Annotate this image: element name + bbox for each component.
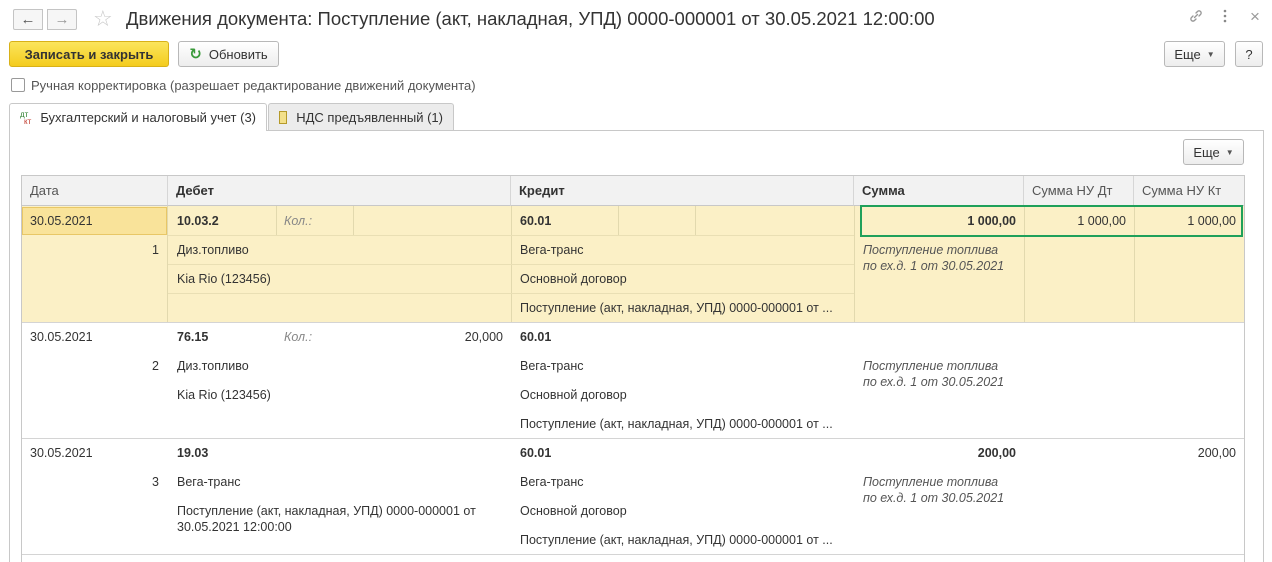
arrow-right-icon: →: [54, 11, 70, 28]
column-header-sum[interactable]: Сумма: [854, 176, 1024, 206]
save-and-close-label: Записать и закрыть: [24, 46, 154, 62]
tab-vat-label: НДС предъявленный (1): [296, 109, 443, 125]
debit-subconto-2: Kia Rio (123456): [177, 272, 271, 286]
debit-account: 10.03.2: [177, 214, 219, 228]
credit-subconto-2: Основной договор: [520, 272, 627, 286]
title-bar: ← → ☆ Движения документа: Поступление (а…: [0, 0, 1272, 38]
column-header-sum-nu-dt[interactable]: Сумма НУ Дт: [1024, 176, 1134, 206]
debit-subconto-2: Поступление (акт, накладная, УПД) 0000-0…: [177, 504, 476, 518]
tab-accounting[interactable]: дт кт Бухгалтерский и налоговый учет (3): [9, 103, 267, 131]
column-header-debit[interactable]: Дебет: [168, 176, 511, 206]
refresh-button[interactable]: ↻ Обновить: [178, 41, 279, 67]
favorite-star-icon[interactable]: ☆: [93, 6, 113, 32]
debit-subconto-1: Диз.топливо: [177, 359, 249, 373]
debit-subconto-1: Диз.топливо: [177, 243, 249, 257]
column-header-credit[interactable]: Кредит: [511, 176, 854, 206]
manual-correction-checkbox[interactable]: [11, 78, 25, 92]
tab-accounting-label: Бухгалтерский и налоговый учет (3): [40, 110, 256, 125]
row-number: 2: [152, 359, 159, 373]
content-line-2: по ех.д. 1 от 30.05.2021: [863, 259, 1005, 273]
credit-subconto-3: Поступление (акт, накладная, УПД) 0000-0…: [520, 533, 833, 547]
credit-subconto-3: Поступление (акт, накладная, УПД) 0000-0…: [520, 301, 833, 315]
more-button[interactable]: Еще ▼: [1164, 41, 1225, 67]
arrow-left-icon: ←: [20, 11, 36, 28]
save-and-close-button[interactable]: Записать и закрыть: [9, 41, 169, 67]
tab-vat[interactable]: НДС предъявленный (1): [268, 103, 454, 130]
content-line-1: Поступление топлива: [863, 243, 999, 257]
debit-subconto-3: 30.05.2021 12:00:00: [177, 520, 292, 534]
row-date: 30.05.2021: [30, 330, 93, 344]
credit-subconto-2: Основной договор: [520, 388, 627, 402]
more-vertical-icon[interactable]: [1222, 8, 1228, 28]
content-line-2: по ех.д. 1 от 30.05.2021: [863, 375, 1005, 389]
manual-correction-label[interactable]: Ручная корректировка (разрешает редактир…: [31, 78, 476, 93]
credit-subconto-1: Вега-транс: [520, 243, 584, 257]
row-number: 3: [152, 475, 159, 489]
help-label: ?: [1245, 46, 1253, 62]
content-line-2: по ех.д. 1 от 30.05.2021: [863, 491, 1005, 505]
credit-subconto-3: Поступление (акт, накладная, УПД) 0000-0…: [520, 417, 833, 431]
link-icon[interactable]: [1188, 8, 1204, 28]
credit-account: 60.01: [520, 214, 552, 228]
sum-highlight-box: [860, 205, 1243, 237]
debit-subconto-2: Kia Rio (123456): [177, 388, 271, 402]
qty-label: Кол.:: [284, 214, 313, 228]
credit-account: 60.01: [520, 446, 552, 460]
sum-value: 200,00: [977, 446, 1016, 460]
more-label: Еще: [1174, 46, 1201, 62]
refresh-label: Обновить: [208, 46, 268, 62]
credit-account: 60.01: [520, 330, 552, 344]
sum-nu-kt-value: 200,00: [1197, 446, 1236, 460]
credit-subconto-1: Вега-транс: [520, 359, 584, 373]
debit-account: 76.15: [177, 330, 209, 344]
credit-subconto-1: Вега-транс: [520, 475, 584, 489]
caret-down-icon: ▼: [1225, 147, 1234, 157]
caret-down-icon: ▼: [1206, 49, 1215, 59]
credit-subconto-2: Основной договор: [520, 504, 627, 518]
close-icon[interactable]: ×: [1250, 7, 1260, 27]
dt-kt-icon: дт кт: [20, 109, 32, 126]
back-button[interactable]: ←: [13, 9, 43, 30]
refresh-icon: ↻: [189, 46, 202, 63]
debit-account: 19.03: [177, 446, 209, 460]
column-header-date[interactable]: Дата: [22, 176, 168, 206]
content-line-1: Поступление топлива: [863, 359, 999, 373]
postings-table: Дата Дебет Кредит Сумма Сумма НУ Дт Сумм…: [21, 175, 1245, 562]
row-date: 30.05.2021: [30, 214, 93, 228]
table-more-label: Еще: [1193, 144, 1220, 160]
window-title: Движения документа: Поступление (акт, на…: [126, 8, 935, 29]
table-more-button[interactable]: Еще ▼: [1183, 139, 1244, 165]
content-line-1: Поступление топлива: [863, 475, 999, 489]
forward-button[interactable]: →: [47, 9, 77, 30]
row-date: 30.05.2021: [30, 446, 93, 460]
qty-label: Кол.:: [284, 330, 313, 344]
qty-value: 20,000: [464, 330, 503, 344]
document-icon: [279, 110, 288, 124]
debit-subconto-1: Вега-транс: [177, 475, 241, 489]
column-header-sum-nu-kt[interactable]: Сумма НУ Кт: [1134, 176, 1244, 206]
help-button[interactable]: ?: [1235, 41, 1263, 67]
row-number: 1: [152, 243, 159, 257]
